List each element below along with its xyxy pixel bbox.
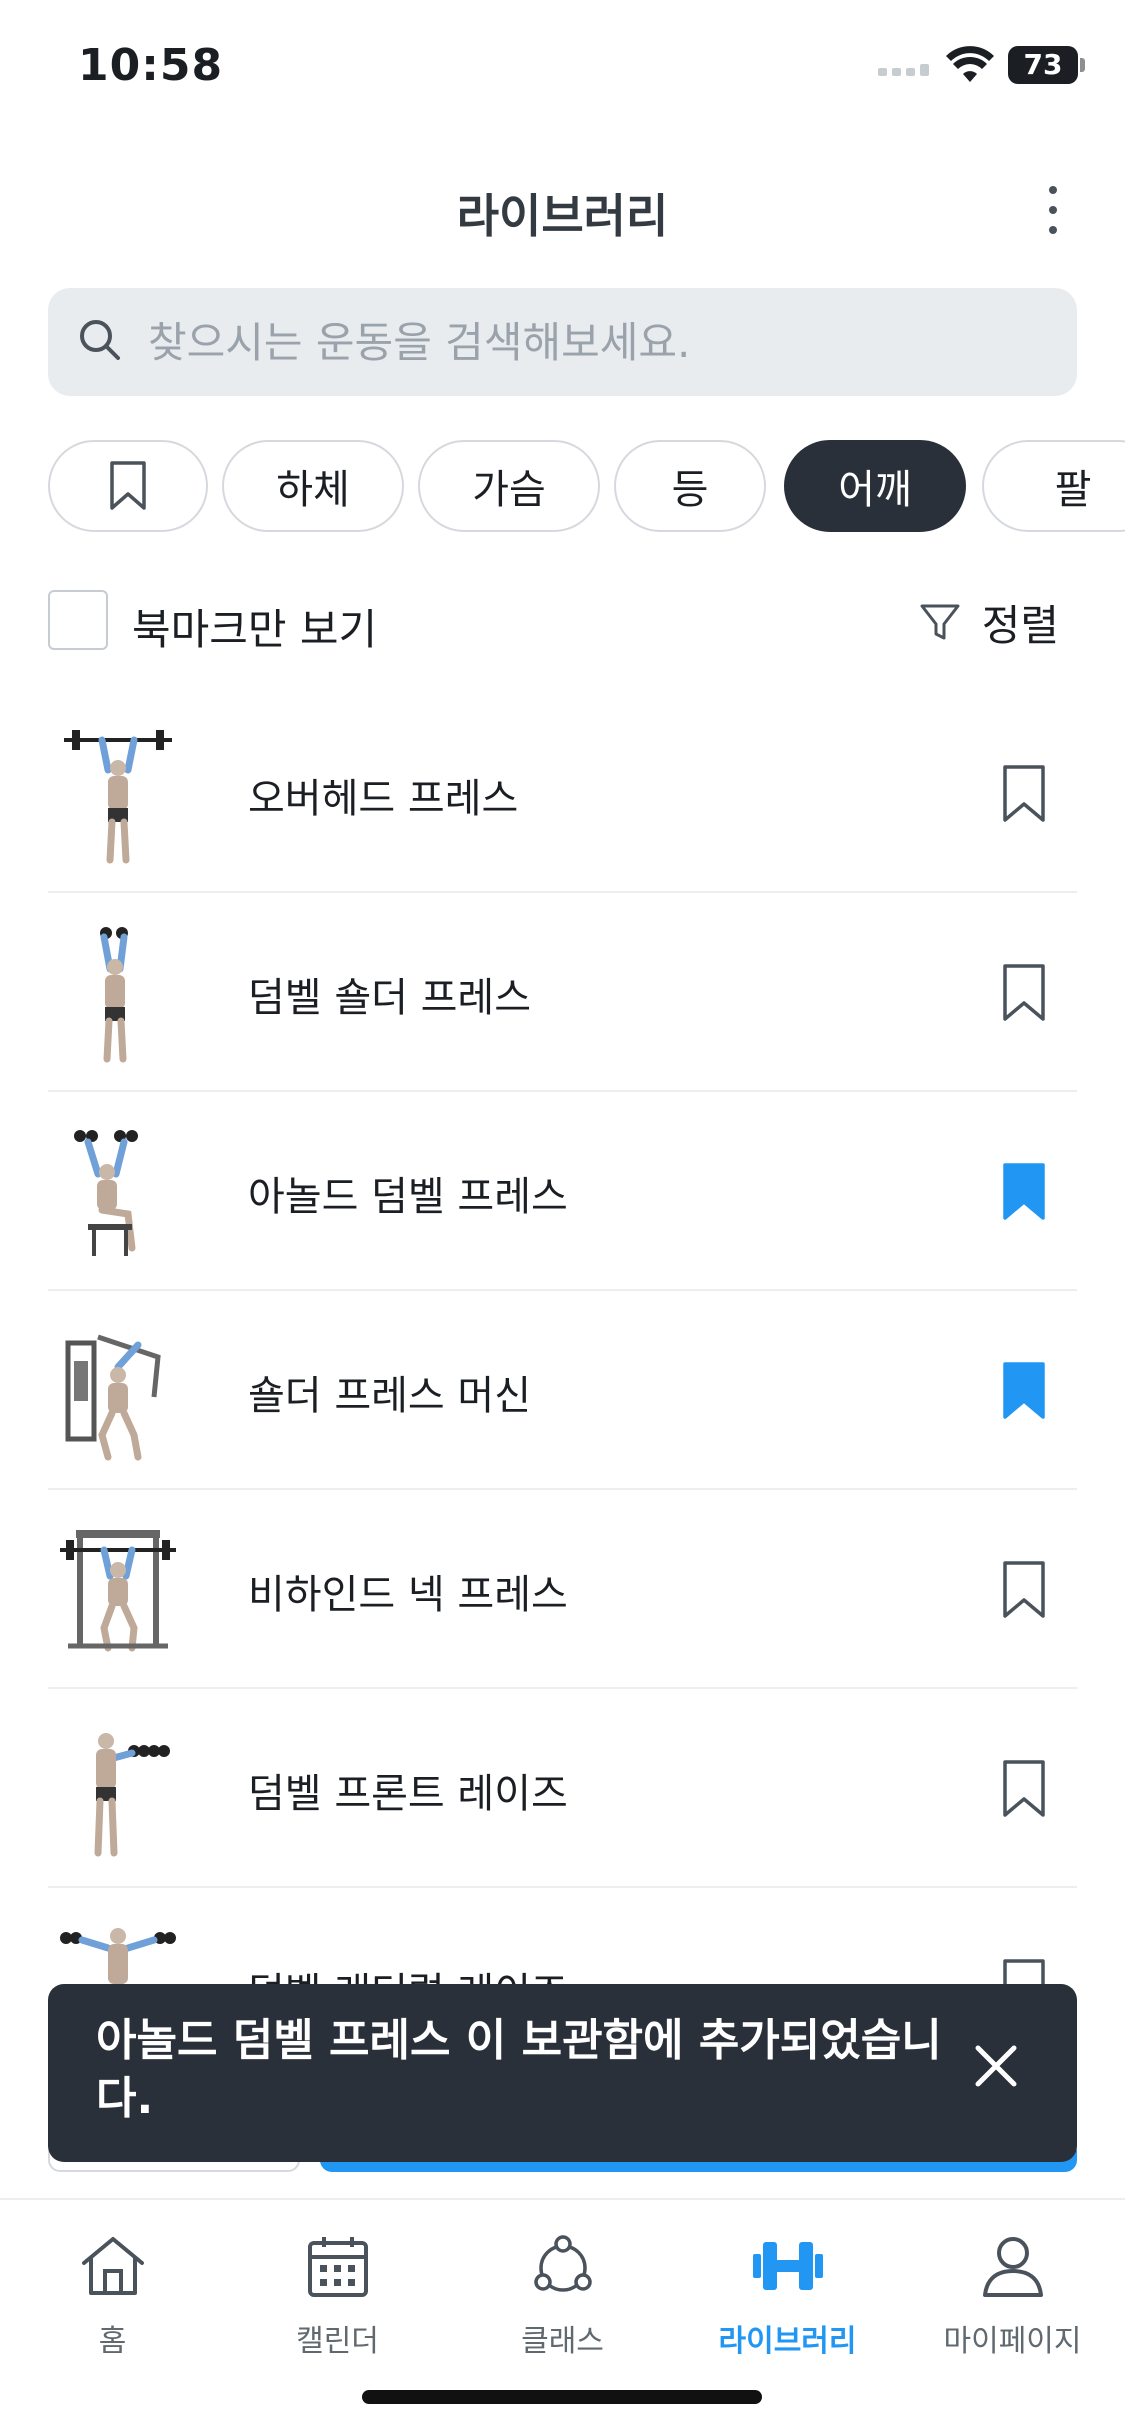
list-item[interactable]: 비하인드 넥 프레스 — [48, 1490, 1077, 1689]
list-item[interactable]: 덤벨 숄더 프레스 — [48, 893, 1077, 1092]
status-time: 10:58 — [78, 40, 224, 91]
search-bar[interactable] — [48, 288, 1077, 396]
bookmark-only-checkbox[interactable] — [48, 590, 108, 650]
chip-chest[interactable]: 가슴 — [418, 440, 600, 532]
toast-message: 아놀드 덤벨 프레스 이 보관함에 추가되었습니다. — [96, 2015, 942, 2124]
exercise-name: 비하인드 넥 프레스 — [248, 1572, 568, 1618]
home-indicator[interactable] — [362, 2390, 762, 2404]
chip-bookmark[interactable] — [48, 440, 208, 532]
sort-label: 정렬 — [981, 600, 1059, 650]
exercise-name: 숄더 프레스 머신 — [248, 1373, 532, 1419]
person-icon — [982, 2237, 1043, 2297]
cellular-signal-icon — [878, 64, 929, 76]
exercise-illustration-icon — [100, 927, 128, 1063]
search-icon — [80, 320, 120, 360]
list-item[interactable]: 숄더 프레스 머신 — [48, 1291, 1077, 1490]
chip-arm[interactable]: 팔 — [982, 440, 1125, 532]
exercise-list: 오버헤드 프레스 덤벨 숄더 프레스 아놀드 덤벨 프레스 숄더 프레스 머신 … — [48, 694, 1077, 2087]
list-item[interactable]: 덤벨 프론트 레이즈 — [48, 1689, 1077, 1888]
exercise-illustration-icon — [94, 1733, 170, 1857]
filter-row: 북마크만 보기 정렬 — [48, 586, 1077, 658]
tab-home[interactable]: 홈 — [0, 2230, 225, 2360]
bookmark-outline-icon[interactable] — [1002, 1560, 1046, 1620]
chip-back[interactable]: 등 — [614, 440, 766, 532]
tab-mypage[interactable]: 마이페이지 — [900, 2230, 1125, 2360]
exercise-illustration-icon — [60, 1530, 176, 1652]
chip-shoulder[interactable]: 어깨 — [784, 440, 966, 532]
tab-label: 홈 — [98, 2324, 127, 2359]
page-title: 라이브러리 — [456, 189, 669, 243]
sort-button[interactable]: 정렬 — [918, 590, 1059, 654]
exercise-name: 덤벨 숄더 프레스 — [248, 975, 532, 1021]
toast-notification: 아놀드 덤벨 프레스 이 보관함에 추가되었습니다. — [48, 1984, 1077, 2162]
status-bar: 10:58 73 — [0, 0, 1125, 130]
bookmark-outline-icon[interactable] — [1002, 764, 1046, 824]
search-input[interactable] — [148, 302, 1048, 382]
wifi-icon — [946, 46, 994, 82]
bookmark-outline-icon[interactable] — [1002, 963, 1046, 1023]
battery-indicator: 73 — [1008, 46, 1078, 84]
tab-calendar[interactable]: 캘린더 — [225, 2230, 450, 2360]
tab-label: 클래스 — [521, 2324, 604, 2359]
exercise-illustration-icon — [74, 1130, 138, 1256]
chip-lower-body[interactable]: 하체 — [222, 440, 404, 532]
list-item[interactable]: 아놀드 덤벨 프레스 — [48, 1092, 1077, 1291]
bookmark-outline-icon[interactable] — [1002, 1759, 1046, 1819]
filter-funnel-icon — [920, 604, 960, 640]
tab-label: 캘린더 — [296, 2324, 379, 2359]
tab-class[interactable]: 클래스 — [450, 2230, 675, 2360]
tab-label: 라이브러리 — [718, 2324, 857, 2359]
dumbbell-icon — [752, 2242, 823, 2290]
exercise-illustration-icon — [65, 1334, 161, 1461]
list-item[interactable]: 오버헤드 프레스 — [48, 694, 1077, 893]
class-icon — [533, 2235, 592, 2292]
bookmark-only-label[interactable]: 북마크만 보기 — [132, 596, 377, 657]
category-chips: 하체 가슴 등 어깨 팔 — [48, 440, 1125, 532]
close-icon[interactable] — [964, 2034, 1028, 2098]
battery-tip — [1080, 58, 1085, 72]
more-options-icon[interactable] — [1036, 180, 1070, 240]
exercise-illustration-icon — [64, 730, 172, 864]
app-header: 라이브러리 — [0, 160, 1125, 260]
exercise-name: 아놀드 덤벨 프레스 — [248, 1174, 568, 1220]
calendar-icon — [307, 2237, 368, 2297]
exercise-name: 덤벨 프론트 레이즈 — [248, 1771, 568, 1817]
tab-label: 마이페이지 — [943, 2324, 1082, 2359]
bookmark-filled-icon[interactable] — [1002, 1361, 1046, 1421]
bookmark-filled-icon[interactable] — [1002, 1162, 1046, 1222]
bookmark-icon — [110, 461, 146, 510]
home-icon — [81, 2237, 144, 2295]
exercise-name: 오버헤드 프레스 — [248, 776, 519, 822]
tab-library[interactable]: 라이브러리 — [675, 2230, 900, 2360]
